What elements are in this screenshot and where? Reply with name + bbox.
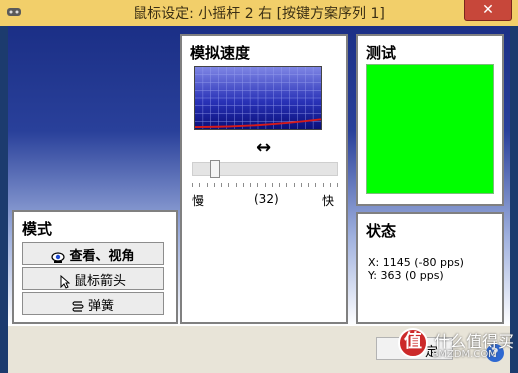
test-area[interactable] <box>366 64 494 194</box>
view-angle-button[interactable]: 查看、视角 <box>22 242 164 265</box>
speed-value-label: (32) <box>254 192 279 206</box>
slider-tick <box>271 183 273 187</box>
spring-label: 弹簧 <box>87 299 114 314</box>
slider-tick <box>250 183 251 187</box>
status-x-readout: X: 1145 (-80 pps) <box>368 256 464 269</box>
status-y-readout: Y: 363 (0 pps) <box>368 269 444 282</box>
slider-tick <box>329 183 331 187</box>
watermark-line2: SMZDM.COM <box>432 349 497 360</box>
slider-tick <box>228 183 230 187</box>
slider-tick <box>235 183 237 187</box>
slider-tick <box>199 183 201 187</box>
slider-tick <box>308 183 309 187</box>
mode-panel-title: 模式 <box>22 220 53 238</box>
speed-curve-chart <box>194 66 322 130</box>
slider-tick <box>242 183 244 187</box>
status-panel-title: 状态 <box>366 222 397 240</box>
eye-icon <box>51 251 66 263</box>
slider-tick <box>322 183 324 187</box>
watermark-badge: 值 <box>398 328 428 358</box>
close-button[interactable]: ✕ <box>464 0 512 21</box>
slider-tick <box>286 183 288 187</box>
speed-slider-thumb[interactable] <box>209 160 220 178</box>
slider-tick <box>279 183 280 187</box>
slider-tick <box>221 183 222 187</box>
window-title: 鼠标设定: 小摇杆 2 右 [按键方案序列 1] <box>133 6 385 22</box>
dialog-client-area: 模式 查看、视角 鼠标箭头 弹簧 模拟速度 ↔ 慢 (32) 快 测试 状态 X… <box>8 26 510 326</box>
status-panel: 状态 X: 1145 (-80 pps) Y: 363 (0 pps) <box>356 212 504 324</box>
slider-tick <box>293 183 295 187</box>
mouse-arrow-label: 鼠标箭头 <box>73 274 126 289</box>
test-panel: 测试 <box>356 34 504 206</box>
slider-tick <box>315 183 317 187</box>
mouse-settings-window: 鼠标设定: 小摇杆 2 右 [按键方案序列 1] ✕ 模式 查看、视角 鼠标箭头… <box>0 0 518 373</box>
slow-label: 慢 <box>192 194 205 208</box>
view-angle-label: 查看、视角 <box>69 249 135 264</box>
spring-button[interactable]: 弹簧 <box>22 292 164 315</box>
spring-icon <box>72 300 84 312</box>
slider-tick <box>337 183 338 187</box>
watermark: 值 什么值得买 SMZDM.COM <box>398 322 518 373</box>
slider-tick <box>264 183 266 187</box>
cursor-arrow-icon <box>60 274 70 289</box>
title-bar: 鼠标设定: 小摇杆 2 右 [按键方案序列 1] ✕ <box>0 0 518 26</box>
left-right-arrows-icon: ↔ <box>256 137 272 158</box>
mode-panel: 模式 查看、视角 鼠标箭头 弹簧 <box>12 210 178 324</box>
fast-label: 快 <box>322 194 335 208</box>
slider-tick <box>257 183 259 187</box>
speed-panel: 模拟速度 ↔ 慢 (32) 快 <box>180 34 348 324</box>
test-panel-title: 测试 <box>366 44 397 62</box>
mouse-arrow-button[interactable]: 鼠标箭头 <box>22 267 164 290</box>
slider-tick <box>206 183 208 187</box>
speed-panel-title: 模拟速度 <box>190 44 251 62</box>
slider-tick <box>192 183 193 187</box>
speed-slider-ticks <box>192 183 338 189</box>
slider-tick <box>213 183 215 187</box>
slider-tick <box>300 183 302 187</box>
